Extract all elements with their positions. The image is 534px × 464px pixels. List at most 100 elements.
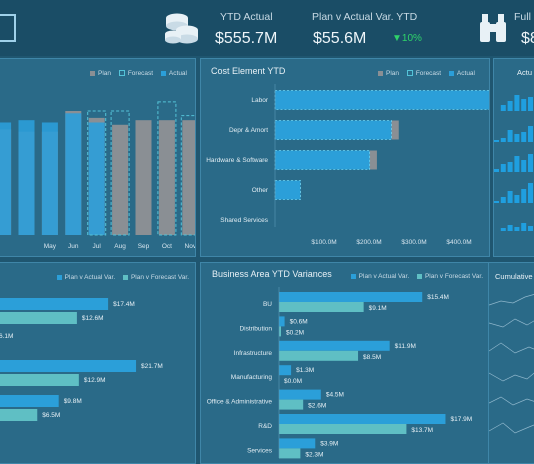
value-label: $12.9M	[84, 377, 106, 384]
cumulative-line	[489, 294, 534, 306]
ytd-actual-value: $555.7M	[215, 30, 278, 47]
cumulative-line	[489, 422, 534, 434]
value-label: $4.5M	[326, 392, 344, 399]
mini-bar	[500, 164, 506, 172]
cumulative-chart	[489, 294, 534, 434]
actual-bar	[18, 120, 35, 235]
plan-bar	[158, 120, 175, 235]
mini-bar	[494, 140, 499, 142]
plan-forecast-bar	[279, 302, 364, 312]
value-label: $21.7M	[141, 363, 163, 370]
monthly-chart-panel: Plan Forecast Actual May Jun Jul Aug Sep Oct N…	[0, 58, 196, 257]
value-label: $0.6M	[290, 318, 308, 325]
mini-bar	[514, 134, 520, 142]
plan-actual-bar	[279, 414, 446, 424]
mini-bar	[521, 160, 527, 172]
plan-forecast-bar	[279, 350, 359, 361]
value-label: $6.5M	[42, 412, 60, 419]
value-label: $2.3M	[305, 451, 323, 458]
full-value: $8	[521, 30, 534, 47]
plan-forecast-bar	[0, 374, 79, 386]
actual-bar	[41, 122, 58, 235]
business-area-panel: Business Area YTD Variances Plan v Actua…	[200, 262, 490, 464]
value-label: $8.5M	[363, 354, 381, 361]
cost-category-label: Labor	[251, 97, 268, 104]
mini-bar	[521, 132, 527, 142]
plan-actual-bar	[0, 298, 109, 310]
variance-panel-left: Plan v Actual Var. Plan v Forecast Var. …	[0, 262, 196, 464]
full-label: Full	[514, 11, 531, 23]
plan-bar	[135, 120, 152, 235]
mini-bar	[521, 189, 527, 203]
mini-bar	[507, 130, 513, 142]
cost-element-panel: Cost Element YTD Plan Forecast Actual La…	[200, 58, 490, 257]
plan-var-label: Plan v Actual Var. YTD	[312, 11, 418, 23]
plan-forecast-bar	[0, 312, 77, 324]
mini-bar	[500, 228, 506, 231]
mini-bar	[500, 105, 506, 111]
business-category-label: Infrastructure	[234, 350, 273, 357]
actual-bar	[275, 150, 370, 170]
actual-trend-panel: Actu	[493, 58, 534, 257]
plan-actual-bar	[279, 292, 423, 302]
mini-bar	[514, 95, 520, 111]
cost-tick-label: $300.0M	[401, 239, 426, 246]
mini-bar	[507, 225, 513, 231]
value-label: $0.0M	[284, 378, 302, 385]
cost-tick-label: $400.0M	[446, 239, 471, 246]
month-label: Jul	[93, 243, 102, 250]
value-label: $17.4M	[113, 301, 135, 308]
cost-tick-label: $100.0M	[311, 239, 336, 246]
mini-bar	[528, 97, 533, 111]
mini-bar	[528, 126, 533, 142]
plan-actual-bar	[279, 438, 316, 449]
mini-bar	[500, 197, 506, 203]
actual-bar	[65, 113, 82, 235]
cost-category-label: Shared Services	[220, 217, 268, 224]
mini-bar	[507, 162, 513, 172]
cost-element-chart: Labor Depr & Amort Hardware & Software Othe…	[206, 84, 489, 246]
mini-bar	[494, 201, 499, 203]
mini-bar	[514, 227, 520, 231]
cost-category-label: Other	[252, 187, 269, 194]
plan-actual-bar	[279, 389, 321, 400]
month-label: Nov	[185, 243, 195, 250]
plan-forecast-bar	[279, 424, 407, 434]
actual-bar	[275, 120, 392, 140]
actual-bar	[0, 122, 12, 235]
plan-actual-bar	[279, 316, 285, 327]
actual-bar	[275, 180, 301, 200]
business-category-label: Office & Administrative	[207, 399, 273, 406]
value-label: $12.6M	[82, 315, 104, 322]
plan-forecast-bar	[279, 399, 304, 410]
month-label: Sep	[138, 243, 150, 250]
cumulative-line	[489, 372, 534, 382]
monthly-chart: MayJunJulAugSepOctNovDec	[0, 101, 195, 250]
cumulative-line	[489, 396, 534, 406]
month-label: Jun	[68, 243, 79, 250]
mini-bar	[507, 191, 513, 203]
business-category-label: R&D	[258, 423, 272, 430]
value-label: $2.6M	[308, 403, 326, 410]
business-category-label: Distribution	[239, 325, 272, 332]
plan-var-pct: ▼10%	[392, 33, 422, 44]
actual-bar	[275, 90, 489, 110]
actual-trend-chart	[494, 95, 533, 231]
mini-bar	[514, 195, 520, 203]
value-label: $15.4M	[427, 294, 449, 301]
mini-bar	[521, 99, 527, 111]
left-variance-chart: $17.4M $21.7M $9.8M $12.6M 6.1M $12.9M $6.5M	[0, 298, 163, 421]
mini-bar	[507, 101, 513, 111]
cost-category-label: Depr & Amort	[229, 127, 268, 134]
binoculars-icon	[480, 14, 506, 42]
cost-category-label: Hardware & Software	[206, 157, 268, 164]
cumulative-line	[489, 342, 534, 354]
plan-var-value: $55.6M	[313, 30, 367, 47]
value-label: $9.8M	[64, 398, 82, 405]
plan-bar	[182, 120, 195, 235]
month-label: Aug	[114, 243, 126, 250]
ytd-actual-label: YTD Actual	[220, 11, 273, 23]
mini-bar	[514, 156, 520, 172]
app-logo-icon	[0, 14, 16, 42]
cost-tick-label: $200.0M	[356, 239, 381, 246]
